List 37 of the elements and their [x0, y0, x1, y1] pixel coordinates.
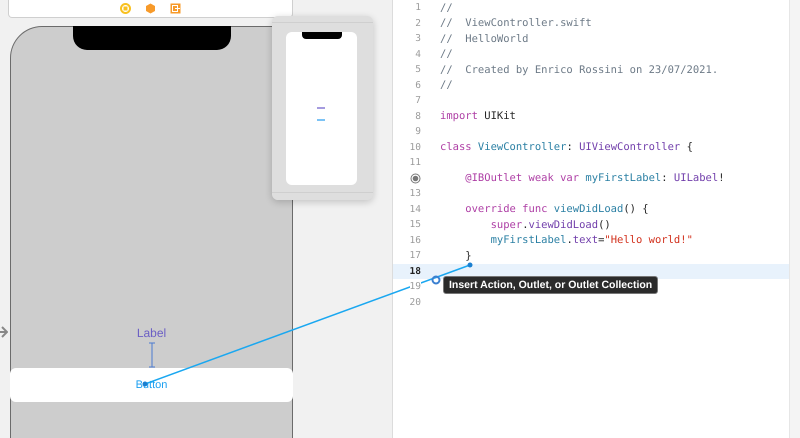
code-line: // — [440, 48, 453, 60]
insertion-point-icon — [432, 276, 440, 284]
line-number: 9 — [415, 126, 421, 138]
line-number: 16 — [410, 234, 421, 246]
line-number: 13 — [410, 188, 421, 200]
line-number: 4 — [415, 48, 421, 60]
line-number: 20 — [410, 296, 421, 308]
tooltip: Insert Action, Outlet, or Outlet Collection — [443, 276, 658, 294]
code-line: super.viewDidLoad() — [490, 218, 611, 231]
line-number: 2 — [415, 18, 421, 29]
line-number: 14 — [410, 204, 421, 215]
line-number: 5 — [415, 64, 421, 76]
code-line: @IBOutlet weak var myFirstLabel: UILabel! — [464, 172, 725, 184]
exit-icon[interactable] — [170, 3, 181, 14]
line-number: 8 — [415, 110, 421, 122]
code-line: import UIKit — [440, 110, 516, 122]
line-number: 18 — [410, 266, 421, 277]
line-number: 6 — [415, 80, 421, 91]
scene-label[interactable]: Label — [136, 326, 166, 340]
line-number: 19 — [410, 281, 421, 292]
code-line: // — [440, 79, 453, 92]
code-line: // — [440, 2, 453, 14]
code-line: myFirstLabel.text="Hello world!" — [490, 234, 693, 246]
outlet-connected-icon[interactable] — [410, 172, 421, 184]
cube-icon[interactable] — [145, 3, 156, 14]
line-number: 15 — [410, 219, 421, 230]
code-line: // HelloWorld — [440, 32, 529, 45]
code-line: class ViewController: UIViewController { — [440, 141, 693, 154]
code-line: // ViewController.swift — [440, 17, 592, 30]
line-number: 10 — [410, 142, 421, 153]
code-line: override func viewDidLoad() { — [464, 203, 649, 216]
line-number: 3 — [415, 33, 421, 44]
code-line: } — [464, 250, 472, 262]
view-controller-icon[interactable] — [120, 3, 131, 14]
spacing-constraint[interactable] — [148, 342, 156, 368]
entry-point-arrow-icon — [0, 325, 8, 339]
code-line: // Created by Enrico Rossini on 23/07/2021. — [440, 64, 718, 76]
